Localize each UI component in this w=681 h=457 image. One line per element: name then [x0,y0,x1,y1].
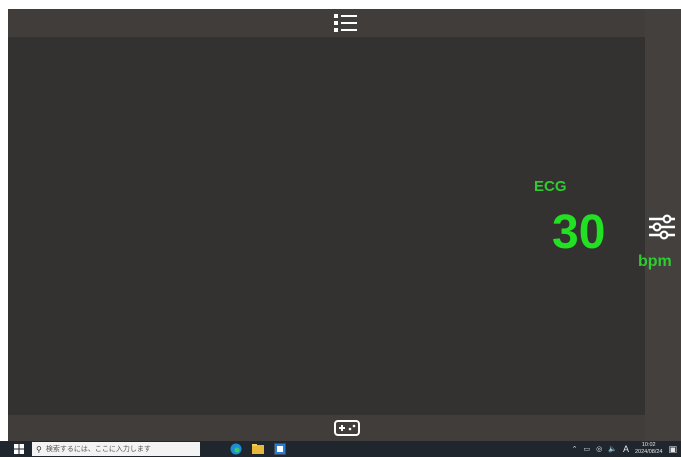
file-explorer-app-icon[interactable] [252,443,264,455]
app-window: ECG 30 bpm [8,9,681,441]
volume-icon[interactable]: 🔈 [608,445,617,453]
notification-icon[interactable]: ▣ [668,444,677,455]
network-icon[interactable]: ◎ [596,445,602,453]
search-placeholder: 検索するには、ここに入力します [45,446,151,453]
ecg-label: ECG [534,178,567,195]
top-bar [8,9,645,37]
system-tray: ⌃ ▭ ◎ 🔈 A 10:02 2024/08/24 ▣ [572,441,677,457]
windows-logo-icon [14,444,24,454]
windows-taskbar: ⚲ 検索するには、ここに入力します ⌃ ▭ ◎ 🔈 A 10:02 2024/0… [0,441,681,457]
app-window-icon [275,444,285,454]
controller-button[interactable] [333,419,361,437]
bottom-bar [8,415,645,441]
start-button[interactable] [12,442,26,456]
waveform-area [8,37,645,415]
clock-time: 10:02 [641,442,656,448]
folder-icon [252,444,264,454]
menu-button[interactable] [333,12,359,34]
sliders-icon [649,214,675,240]
edge-icon [230,443,242,455]
battery-icon[interactable]: ▭ [583,445,590,453]
input-indicator[interactable]: A [623,444,629,454]
heart-rate-value: 30 [552,206,606,259]
taskbar-clock[interactable]: 10:02 2024/08/24 [635,442,663,456]
heart-rate-unit: bpm [638,253,672,270]
search-icon: ⚲ [36,444,42,454]
gamepad-icon [334,420,360,436]
edge-app-icon[interactable] [230,443,242,455]
active-app-icon[interactable] [274,443,286,455]
clock-date: 2024/08/24 [634,449,663,455]
chevron-up-icon[interactable]: ⌃ [572,445,578,453]
settings-button[interactable] [644,209,680,245]
list-menu-icon [334,14,357,32]
taskbar-search-box[interactable]: ⚲ 検索するには、ここに入力します [32,442,200,456]
